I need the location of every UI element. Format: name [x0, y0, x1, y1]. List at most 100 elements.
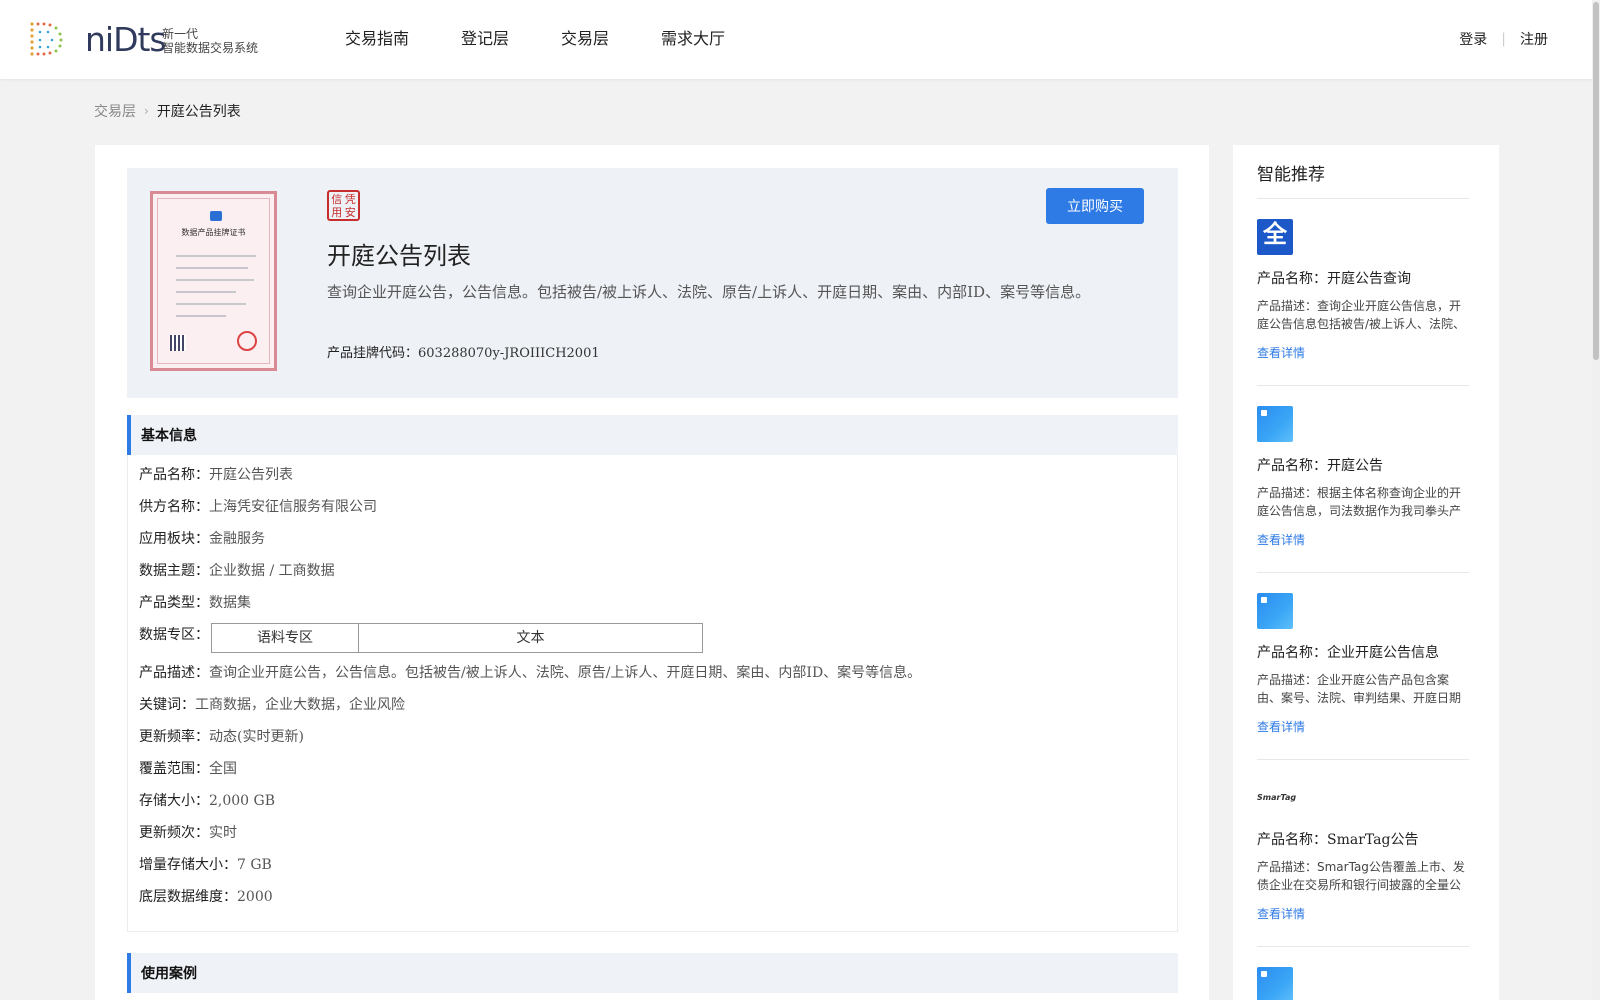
certificate-border: 数据产品挂牌证书 — [157, 198, 270, 364]
product-thumbnail — [1257, 406, 1293, 442]
info-row-keywords: 关键词： 工商数据，企业大数据，企业风险 — [139, 693, 1177, 725]
divider — [1257, 198, 1469, 199]
qr-code-icon — [170, 335, 186, 351]
recommendation-item[interactable] — [1257, 967, 1469, 1000]
nav-trading-guide[interactable]: 交易指南 — [345, 27, 409, 51]
page-scrollbar[interactable] — [1592, 0, 1600, 1000]
info-value: 7 GB — [237, 857, 272, 873]
view-details-link[interactable]: 查看详情 — [1257, 531, 1469, 548]
product-detail-panel: 数据产品挂牌证书 信 凭 用 安 开庭公告列表 查询企业开庭公告，公告信息。包括… — [95, 145, 1209, 1000]
chevron-right-icon: › — [144, 104, 149, 118]
main-nav: 交易指南 登记层 交易层 需求大厅 — [345, 27, 777, 51]
site-logo[interactable]: niDts 新一代 智能数据交易系统 — [28, 18, 268, 62]
info-value: 企业数据 / 工商数据 — [209, 563, 335, 579]
seal-icon — [237, 331, 257, 351]
recommendation-name: 产品名称：开庭公告 — [1257, 458, 1383, 474]
view-details-link[interactable]: 查看详情 — [1257, 718, 1469, 735]
auth-links: 登录 | 注册 — [1459, 29, 1548, 49]
listing-certificate-image[interactable]: 数据产品挂牌证书 — [150, 191, 277, 371]
recommendation-item[interactable]: 产品名称：开庭公告 产品描述：根据主体名称查询企业的开庭公告信息，司法数据作为我… — [1257, 406, 1469, 548]
recommendation-item[interactable]: 全 产品名称：开庭公告查询 产品描述：查询企业开庭公告信息，开庭公告信息包括被告… — [1257, 219, 1469, 361]
info-row-description: 产品描述： 查询企业开庭公告，公告信息。包括被告/被上诉人、法院、原告/上诉人、开… — [139, 661, 1177, 693]
logo-subtitle-line1: 新一代 — [162, 27, 199, 41]
product-thumbnail: 全 — [1257, 219, 1293, 255]
info-row-update: 更新频次： 实时 — [139, 821, 1177, 853]
product-description: 查询企业开庭公告，公告信息。包括被告/被上诉人、法院、原告/上诉人、开庭日期、案… — [327, 283, 1091, 301]
info-label: 供方名称： — [139, 499, 209, 515]
recommendation-description: 产品描述：企业开庭公告产品包含案由、案号、法院、审判结果、开庭日期等信息 — [1257, 673, 1462, 705]
product-listing-code: 产品挂牌代码：603288070y-JROIIICH2001 — [327, 342, 600, 361]
info-row-zone: 数据专区： 语料专区 文本 — [139, 623, 1177, 661]
info-value: 全国 — [209, 761, 237, 777]
info-label: 更新频次： — [139, 825, 209, 841]
zone-name-cell: 语料专区 — [212, 624, 359, 652]
login-link[interactable]: 登录 — [1459, 29, 1487, 49]
info-label: 关键词： — [139, 697, 195, 713]
listing-code-label: 产品挂牌代码： — [327, 346, 419, 361]
recommendation-name: 产品名称：SmarTag公告 — [1257, 832, 1419, 848]
divider — [1257, 385, 1469, 386]
certificate-line — [176, 255, 256, 257]
sidebar-title: 智能推荐 — [1257, 165, 1325, 185]
recommendation-sidebar: 智能推荐 全 产品名称：开庭公告查询 产品描述：查询企业开庭公告信息，开庭公告信… — [1233, 145, 1499, 1000]
basic-info-section: 基本信息 产品名称： 开庭公告列表 供方名称： 上海凭安征信服务有限公司 应用板块：… — [127, 415, 1178, 932]
listing-code-value: 603288070y-JROIIICH2001 — [418, 346, 600, 361]
zone-value-cell: 文本 — [516, 630, 545, 646]
certificate-line — [176, 315, 226, 317]
info-value: 开庭公告列表 — [209, 467, 293, 483]
info-label: 数据主题： — [139, 563, 209, 579]
breadcrumb: 交易层 › 开庭公告列表 — [94, 101, 241, 121]
nav-trading-layer[interactable]: 交易层 — [561, 27, 609, 51]
info-row-frequency: 更新频率： 动态(实时更新) — [139, 725, 1177, 757]
info-row-supplier: 供方名称： 上海凭安征信服务有限公司 — [139, 495, 1177, 527]
scrollbar-thumb[interactable] — [1593, 2, 1599, 360]
nav-registration-layer[interactable]: 登记层 — [461, 27, 509, 51]
info-value: 上海凭安征信服务有限公司 — [209, 499, 377, 515]
info-label: 产品描述： — [139, 665, 209, 681]
recommendation-name: 产品名称：开庭公告查询 — [1257, 271, 1411, 287]
stamp-char: 信 — [331, 193, 343, 206]
usage-case-section: 使用案例 — [127, 953, 1178, 993]
buy-now-button[interactable]: 立即购买 — [1046, 188, 1144, 224]
info-value: 金融服务 — [209, 531, 265, 547]
view-details-link[interactable]: 查看详情 — [1257, 905, 1469, 922]
recommendation-item[interactable]: SmarTag 产品名称：SmarTag公告 产品描述：SmarTag公告覆盖上… — [1257, 780, 1469, 922]
info-label: 覆盖范围： — [139, 761, 209, 777]
recommendation-name: 产品名称：企业开庭公告信息 — [1257, 645, 1439, 661]
certificate-line — [176, 267, 248, 269]
info-row-sector: 应用板块： 金融服务 — [139, 527, 1177, 559]
certificate-title: 数据产品挂牌证书 — [181, 228, 246, 237]
info-label: 增量存储大小： — [139, 857, 237, 873]
stamp-char: 用 — [331, 206, 343, 219]
info-row-incremental: 增量存储大小： 7 GB — [139, 853, 1177, 885]
basic-info-body: 产品名称： 开庭公告列表 供方名称： 上海凭安征信服务有限公司 应用板块： 金融服务 … — [127, 455, 1178, 932]
logo-subtitle-line2: 智能数据交易系统 — [162, 41, 259, 55]
product-title: 开庭公告列表 — [327, 242, 471, 270]
register-link[interactable]: 注册 — [1520, 29, 1548, 49]
info-label: 更新频率： — [139, 729, 209, 745]
info-row-theme: 数据主题： 企业数据 / 工商数据 — [139, 559, 1177, 591]
recommendation-description: 产品描述：查询企业开庭公告信息，开庭公告信息包括被告/被上诉人、法院、原告/上诉… — [1257, 299, 1466, 331]
info-value: 数据集 — [209, 595, 251, 611]
breadcrumb-trading-layer[interactable]: 交易层 — [94, 101, 136, 121]
certificate-line — [176, 291, 236, 293]
info-value: 2,000 GB — [209, 793, 276, 809]
recommendation-item[interactable]: 产品名称：企业开庭公告信息 产品描述：企业开庭公告产品包含案由、案号、法院、审判… — [1257, 593, 1469, 735]
info-row-storage: 存储大小： 2,000 GB — [139, 789, 1177, 821]
credit-stamp-icon: 信 凭 用 安 — [327, 190, 360, 221]
certificate-line — [176, 303, 246, 305]
divider — [1257, 572, 1469, 573]
certificate-logo-icon — [210, 211, 222, 221]
info-label: 应用板块： — [139, 531, 209, 547]
stamp-char: 安 — [344, 206, 356, 219]
stamp-char: 凭 — [344, 193, 356, 206]
breadcrumb-current: 开庭公告列表 — [156, 104, 241, 120]
section-heading: 使用案例 — [127, 953, 1178, 993]
info-label: 数据专区： — [139, 627, 209, 643]
view-details-link[interactable]: 查看详情 — [1257, 344, 1469, 361]
product-thumbnail — [1257, 967, 1293, 1000]
logo-dots-icon — [30, 22, 63, 56]
product-thumbnail — [1257, 593, 1293, 629]
nav-demand-hall[interactable]: 需求大厅 — [661, 27, 725, 51]
info-value: 查询企业开庭公告，公告信息。包括被告/被上诉人、法院、原告/上诉人、开庭日期、案… — [209, 665, 922, 681]
